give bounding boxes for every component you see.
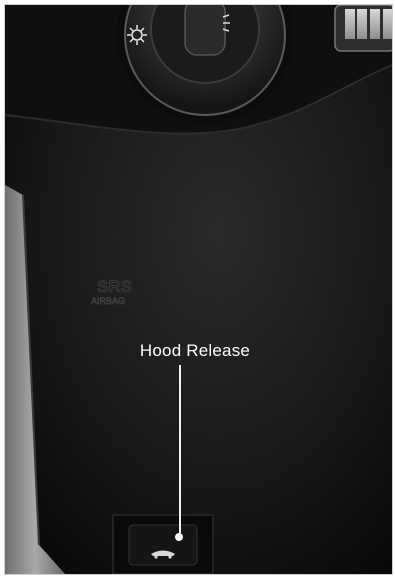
callout-leader-dot — [175, 533, 183, 541]
dashboard-photo: SRS AIRBAG — [5, 5, 392, 574]
photo-frame: SRS AIRBAG Hood Release — [4, 4, 393, 575]
callout-leader-line — [179, 365, 181, 537]
hood-release-lever — [112, 514, 214, 574]
switch-bank — [334, 5, 392, 52]
hood-release-label: Hood Release — [139, 341, 251, 360]
svg-text:SRS: SRS — [97, 277, 132, 296]
svg-text:AIRBAG: AIRBAG — [91, 296, 125, 306]
